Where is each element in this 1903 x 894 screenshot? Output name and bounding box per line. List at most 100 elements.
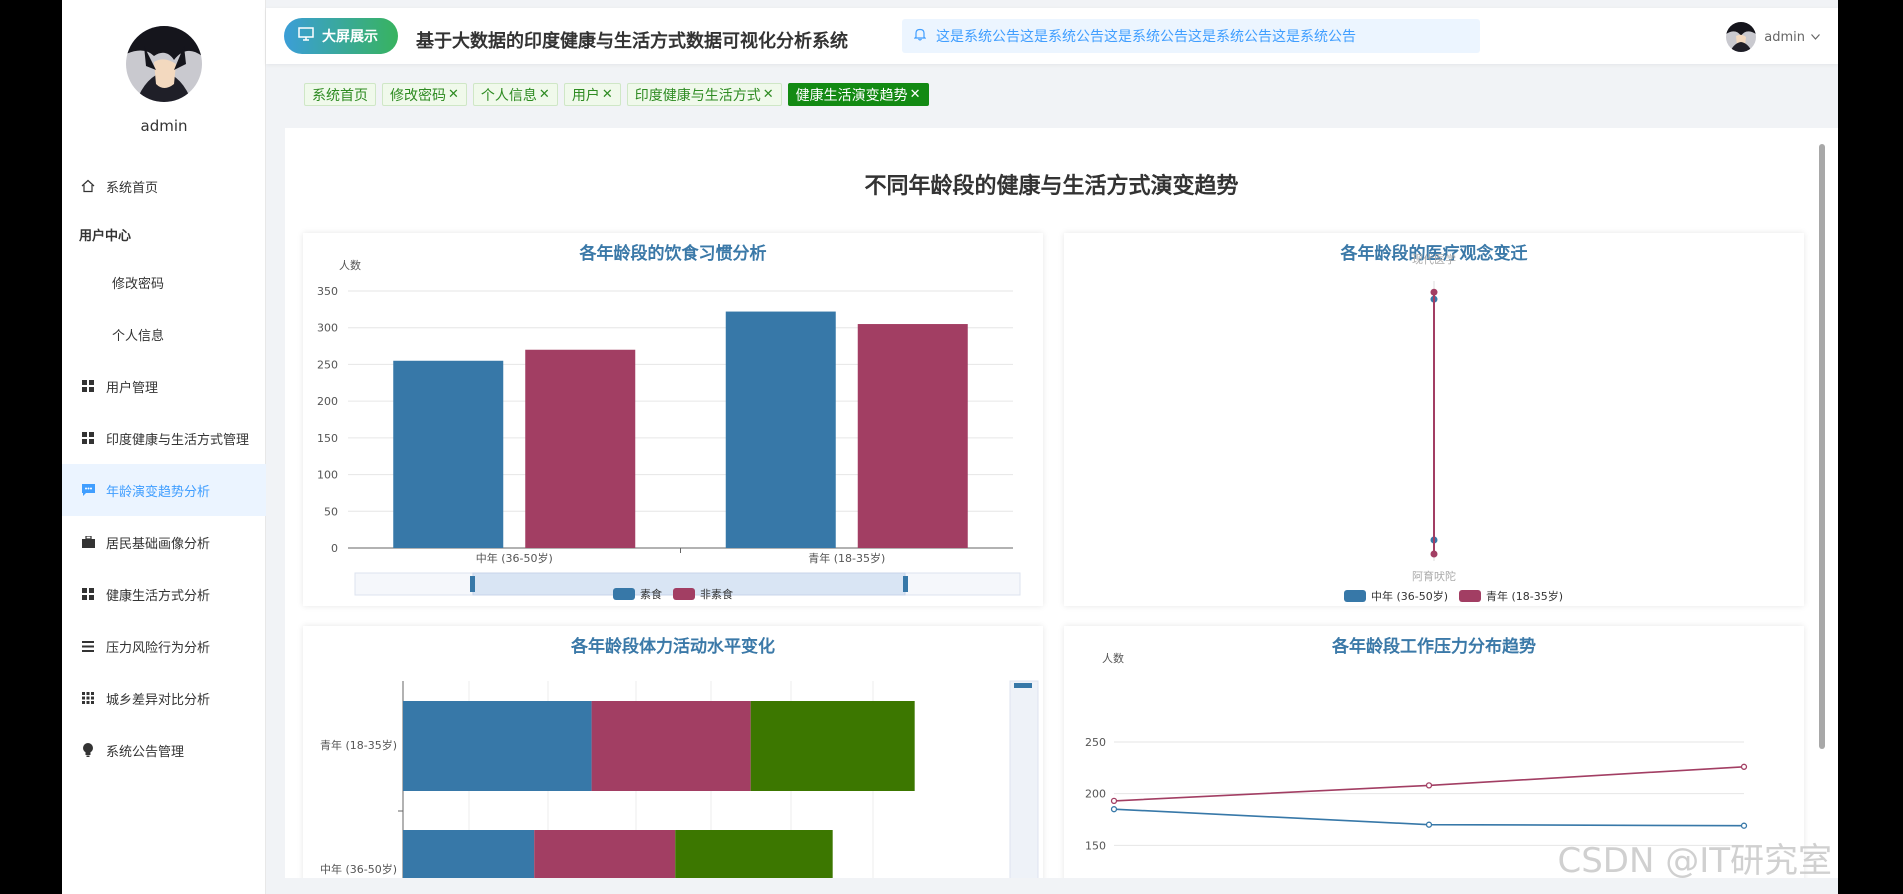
line-point (1110, 806, 1118, 813)
legend-label: 青年 (18-35岁) (1486, 589, 1563, 603)
sidebar-item-home[interactable]: 系统首页 (62, 160, 266, 212)
list-icon (80, 638, 96, 654)
bigscreen-label: 大屏展示 (322, 29, 378, 45)
bar (525, 349, 636, 548)
sidebar-item-resident-profile[interactable]: 居民基础画像分析 (62, 516, 266, 568)
notice-bar: 这是系统公告这是系统公告这是系统公告这是系统公告这是系统公告 (902, 19, 1480, 53)
user-avatar (126, 26, 202, 102)
tab-label: 印度健康与生活方式 (634, 87, 761, 104)
tab-health-lifestyle[interactable]: 印度健康与生活方式 ✕ (626, 83, 782, 106)
grid-icon (80, 378, 96, 394)
sidebar-item-stress-risk[interactable]: 压力风险行为分析 (62, 620, 266, 672)
y-tick-label: 150 (1085, 839, 1106, 852)
sidebar-item-label: 压力风险行为分析 (106, 640, 211, 656)
grid-icon (80, 586, 96, 602)
radar-indicator-label: 阿育吠陀 (1412, 569, 1456, 583)
bulb-icon (80, 742, 96, 758)
physical-activity-chart-card: 各年龄段体力活动水平变化 青年 (18-35岁) 中年 (36-50岁) (303, 626, 1043, 878)
stacked-bar-segment (403, 830, 535, 878)
close-icon[interactable]: ✕ (910, 87, 921, 102)
bar (725, 311, 836, 548)
sidebar-item-label: 系统公告管理 (106, 744, 185, 760)
sidebar-item-change-password[interactable]: 修改密码 (62, 256, 266, 308)
y-tick-label: 300 (317, 322, 338, 335)
diet-habit-chart: 人数 0 50 100 150 200 250 300 350 中年 (36-50岁) 青年 (18… (317, 259, 1021, 601)
line-point (1740, 763, 1748, 770)
tab-label: 用户 (571, 87, 600, 104)
sidebar-item-label: 健康生活方式分析 (106, 588, 211, 604)
stacked-bar-segment (534, 830, 676, 878)
sidebar-item-announcements[interactable]: 系统公告管理 (62, 724, 266, 776)
legend-swatch (1344, 590, 1366, 602)
sidebar-item-label: 系统首页 (106, 180, 159, 196)
zoom-handle-top (1014, 683, 1032, 688)
sidebar: admin 系统首页 用户中心 修改密码 个人信息 用户管理 印度健康与生活方式… (62, 0, 266, 894)
sidebar-item-label: 修改密码 (112, 276, 165, 292)
chevron-down-icon (1811, 32, 1820, 43)
stacked-bar-segment (750, 701, 915, 791)
diet-habit-chart-card: 各年龄段的饮食习惯分析 人数 0 50 100 150 200 250 300 350 中年 (3… (303, 233, 1043, 606)
apps-icon (80, 690, 96, 706)
watermark: CSDN @IT研究室 (1557, 841, 1832, 881)
close-icon[interactable]: ✕ (602, 87, 613, 102)
legend-label: 中年 (36-50岁) (1371, 589, 1448, 603)
y-tick-label: 青年 (18-35岁) (320, 738, 397, 752)
close-icon[interactable]: ✕ (448, 87, 459, 102)
tab-label: 个人信息 (480, 87, 537, 104)
sidebar-item-lifestyle-analysis[interactable]: 健康生活方式分析 (62, 568, 266, 620)
sidebar-item-urban-rural[interactable]: 城乡差异对比分析 (62, 672, 266, 724)
bell-icon (913, 28, 927, 45)
medical-concept-chart-card: 各年龄段的医疗观念变迁 现代医学 阿育吠陀 中年 (36-50岁) 青年 (18-35… (1064, 233, 1804, 606)
legend-swatch (673, 588, 695, 600)
panel-scrollbar[interactable] (1819, 144, 1825, 749)
tab-users[interactable]: 用户 ✕ (563, 83, 621, 106)
sidebar-item-profile[interactable]: 个人信息 (62, 308, 266, 360)
y-tick-label: 150 (317, 432, 338, 445)
tab-label: 系统首页 (312, 87, 368, 104)
sidebar-username: admin (140, 117, 188, 135)
legend-swatch (613, 588, 635, 600)
zoom-handle-right (903, 576, 908, 592)
y-axis-label: 人数 (1102, 652, 1124, 665)
user-menu[interactable]: admin (1726, 22, 1820, 52)
tab-change-password[interactable]: 修改密码 ✕ (382, 83, 467, 106)
medical-concept-chart: 现代医学阿育吠陀中年 (36-50岁) 青年 (18-35岁) (1344, 252, 1563, 603)
legend-label: 非素食 (700, 587, 733, 601)
x-tick-label: 中年 (36-50岁) (476, 551, 553, 565)
tab-health-trend[interactable]: 健康生活演变趋势 ✕ (787, 83, 929, 106)
briefcase-icon (80, 534, 96, 550)
bar (393, 360, 504, 548)
stacked-bar-segment (675, 830, 833, 878)
header-avatar (1726, 22, 1757, 52)
app-frame: admin 系统首页 用户中心 修改密码 个人信息 用户管理 印度健康与生活方式… (62, 0, 1838, 894)
tab-label: 健康生活演变趋势 (795, 87, 908, 104)
stacked-bar-segment (591, 701, 751, 791)
y-tick-label: 350 (317, 285, 338, 298)
line-point (1425, 782, 1433, 789)
bar (857, 324, 968, 548)
y-tick-label: 50 (324, 505, 338, 518)
y-tick-label: 200 (1085, 788, 1106, 801)
top-header: 大屏展示 基于大数据的印度健康与生活方式数据可视化分析系统 这是系统公告这是系统… (266, 8, 1838, 64)
tab-home[interactable]: 系统首页 (304, 83, 376, 106)
line-point (1740, 822, 1748, 829)
sidebar-group-user-center: 用户中心 (62, 212, 266, 256)
sidebar-item-label: 个人信息 (112, 328, 165, 344)
tab-profile[interactable]: 个人信息 ✕ (472, 83, 558, 106)
line-point (1425, 821, 1433, 828)
sidebar-item-user-management[interactable]: 用户管理 (62, 360, 266, 412)
sidebar-item-label: 居民基础画像分析 (106, 536, 211, 552)
bigscreen-button[interactable]: 大屏展示 (284, 18, 398, 54)
legend-label: 素食 (640, 587, 662, 601)
sidebar-item-health-management[interactable]: 印度健康与生活方式管理 (62, 412, 266, 464)
y-tick-label: 中年 (36-50岁) (320, 862, 397, 876)
chat-icon (80, 482, 96, 498)
close-icon[interactable]: ✕ (539, 87, 550, 102)
sidebar-group-label: 用户中心 (79, 228, 132, 244)
close-icon[interactable]: ✕ (763, 87, 774, 102)
sidebar-item-label: 年龄演变趋势分析 (106, 484, 211, 500)
y-tick-label: 200 (317, 395, 338, 408)
header-username: admin (1764, 29, 1805, 45)
sidebar-item-age-trend[interactable]: 年龄演变趋势分析 (62, 464, 266, 516)
system-title: 基于大数据的印度健康与生活方式数据可视化分析系统 (416, 31, 848, 52)
